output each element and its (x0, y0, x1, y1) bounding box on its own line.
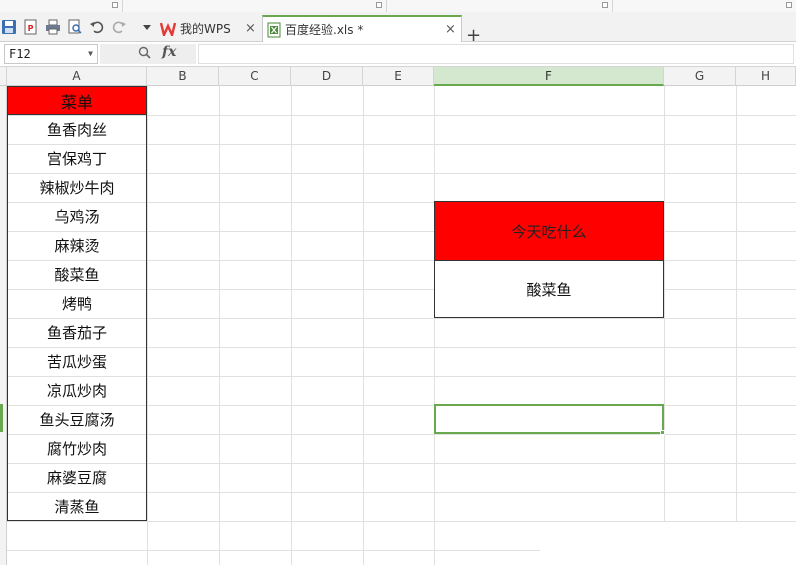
grid-line (291, 86, 292, 565)
ribbon-group-expander-icon[interactable] (376, 2, 382, 8)
export-pdf-icon[interactable]: P (22, 18, 40, 36)
grid-line (664, 86, 665, 565)
tab-my-wps[interactable]: 我的WPS × (160, 15, 260, 42)
menu-item-cell[interactable]: 辣椒炒牛肉 (7, 173, 147, 202)
active-row-indicator (0, 404, 3, 432)
formula-bar: F12 ▼ fx (0, 42, 796, 67)
fill-handle[interactable] (660, 430, 665, 435)
ribbon-divider (122, 0, 123, 12)
menu-item-cell[interactable]: 清蒸鱼 (7, 492, 147, 521)
close-tab-icon[interactable]: × (245, 21, 256, 36)
ribbon-group-expander-icon[interactable] (602, 2, 608, 8)
column-header-e[interactable]: E (363, 67, 434, 86)
formula-input[interactable] (198, 44, 794, 64)
grid-line (147, 86, 148, 565)
column-header-c[interactable]: C (219, 67, 291, 86)
menu-item-cell[interactable]: 酸菜鱼 (7, 260, 147, 289)
select-all-corner[interactable] (0, 67, 7, 86)
ribbon-strip (0, 0, 796, 12)
menu-item-cell[interactable]: 苦瓜炒蛋 (7, 347, 147, 376)
grid-line (434, 86, 435, 565)
menu-item-cell[interactable]: 腐竹炒肉 (7, 434, 147, 463)
selected-cell[interactable] (434, 404, 664, 434)
redo-icon[interactable] (110, 18, 128, 36)
ribbon-divider (612, 0, 613, 12)
menu-item-cell[interactable]: 鱼头豆腐汤 (7, 405, 147, 434)
wps-logo-icon (160, 22, 176, 36)
blank-area (540, 522, 796, 565)
grid-line (736, 86, 737, 565)
save-icon[interactable] (0, 18, 18, 36)
column-header-a[interactable]: A (7, 67, 147, 86)
menu-item-cell[interactable]: 凉瓜炒肉 (7, 376, 147, 405)
print-preview-icon[interactable] (66, 18, 84, 36)
chevron-down-icon[interactable]: ▼ (88, 45, 93, 63)
undo-icon[interactable] (88, 18, 106, 36)
print-icon[interactable] (44, 18, 62, 36)
close-tab-icon[interactable]: × (445, 22, 456, 37)
menu-item-cell[interactable]: 麻婆豆腐 (7, 463, 147, 492)
name-box[interactable]: F12 ▼ (4, 44, 98, 64)
menu-header-cell[interactable]: 菜单 (7, 86, 147, 115)
worksheet-grid[interactable]: A B C D E F G H 菜单 鱼香肉丝 宫保鸡丁 辣椒炒牛肉 乌鸡汤 麻… (0, 67, 796, 565)
column-header-d[interactable]: D (291, 67, 363, 86)
today-value-cell[interactable]: 酸菜鱼 (435, 260, 663, 317)
grid-line (219, 86, 220, 565)
column-header-g[interactable]: G (664, 67, 736, 86)
row-headers (0, 86, 7, 565)
menu-item-cell[interactable]: 烤鸭 (7, 289, 147, 318)
ribbon-group-expander-icon[interactable] (786, 2, 792, 8)
column-header-h[interactable]: H (736, 67, 796, 86)
dropdown-arrow-icon[interactable] (138, 18, 156, 36)
column-header-f[interactable]: F (434, 67, 664, 86)
formula-tools: fx (100, 44, 196, 64)
zoom-icon[interactable] (138, 46, 151, 63)
tab-active-workbook[interactable]: 百度经验.xls * × (262, 15, 462, 42)
today-box: 今天吃什么 酸菜鱼 (434, 201, 664, 318)
insert-function-icon[interactable]: fx (162, 44, 176, 60)
today-header-cell[interactable]: 今天吃什么 (435, 202, 663, 260)
menu-item-cell[interactable]: 鱼香茄子 (7, 318, 147, 347)
tab-label: 百度经验.xls * (285, 23, 364, 37)
tab-label: 我的WPS (180, 22, 231, 36)
spreadsheet-file-icon (267, 22, 281, 38)
quick-access-toolbar: P 我的WPS × 百度经验.xls * × + (0, 12, 796, 45)
menu-item-cell[interactable]: 宫保鸡丁 (7, 144, 147, 173)
menu-item-cell[interactable]: 鱼香肉丝 (7, 115, 147, 144)
menu-item-cell[interactable]: 麻辣烫 (7, 231, 147, 260)
column-header-b[interactable]: B (147, 67, 219, 86)
svg-text:P: P (28, 24, 34, 33)
cell-reference: F12 (9, 47, 31, 61)
grid-line (363, 86, 364, 565)
menu-item-cell[interactable]: 乌鸡汤 (7, 202, 147, 231)
ribbon-group-expander-icon[interactable] (112, 2, 118, 8)
ribbon-divider (386, 0, 387, 12)
column-headers: A B C D E F G H (0, 67, 796, 86)
